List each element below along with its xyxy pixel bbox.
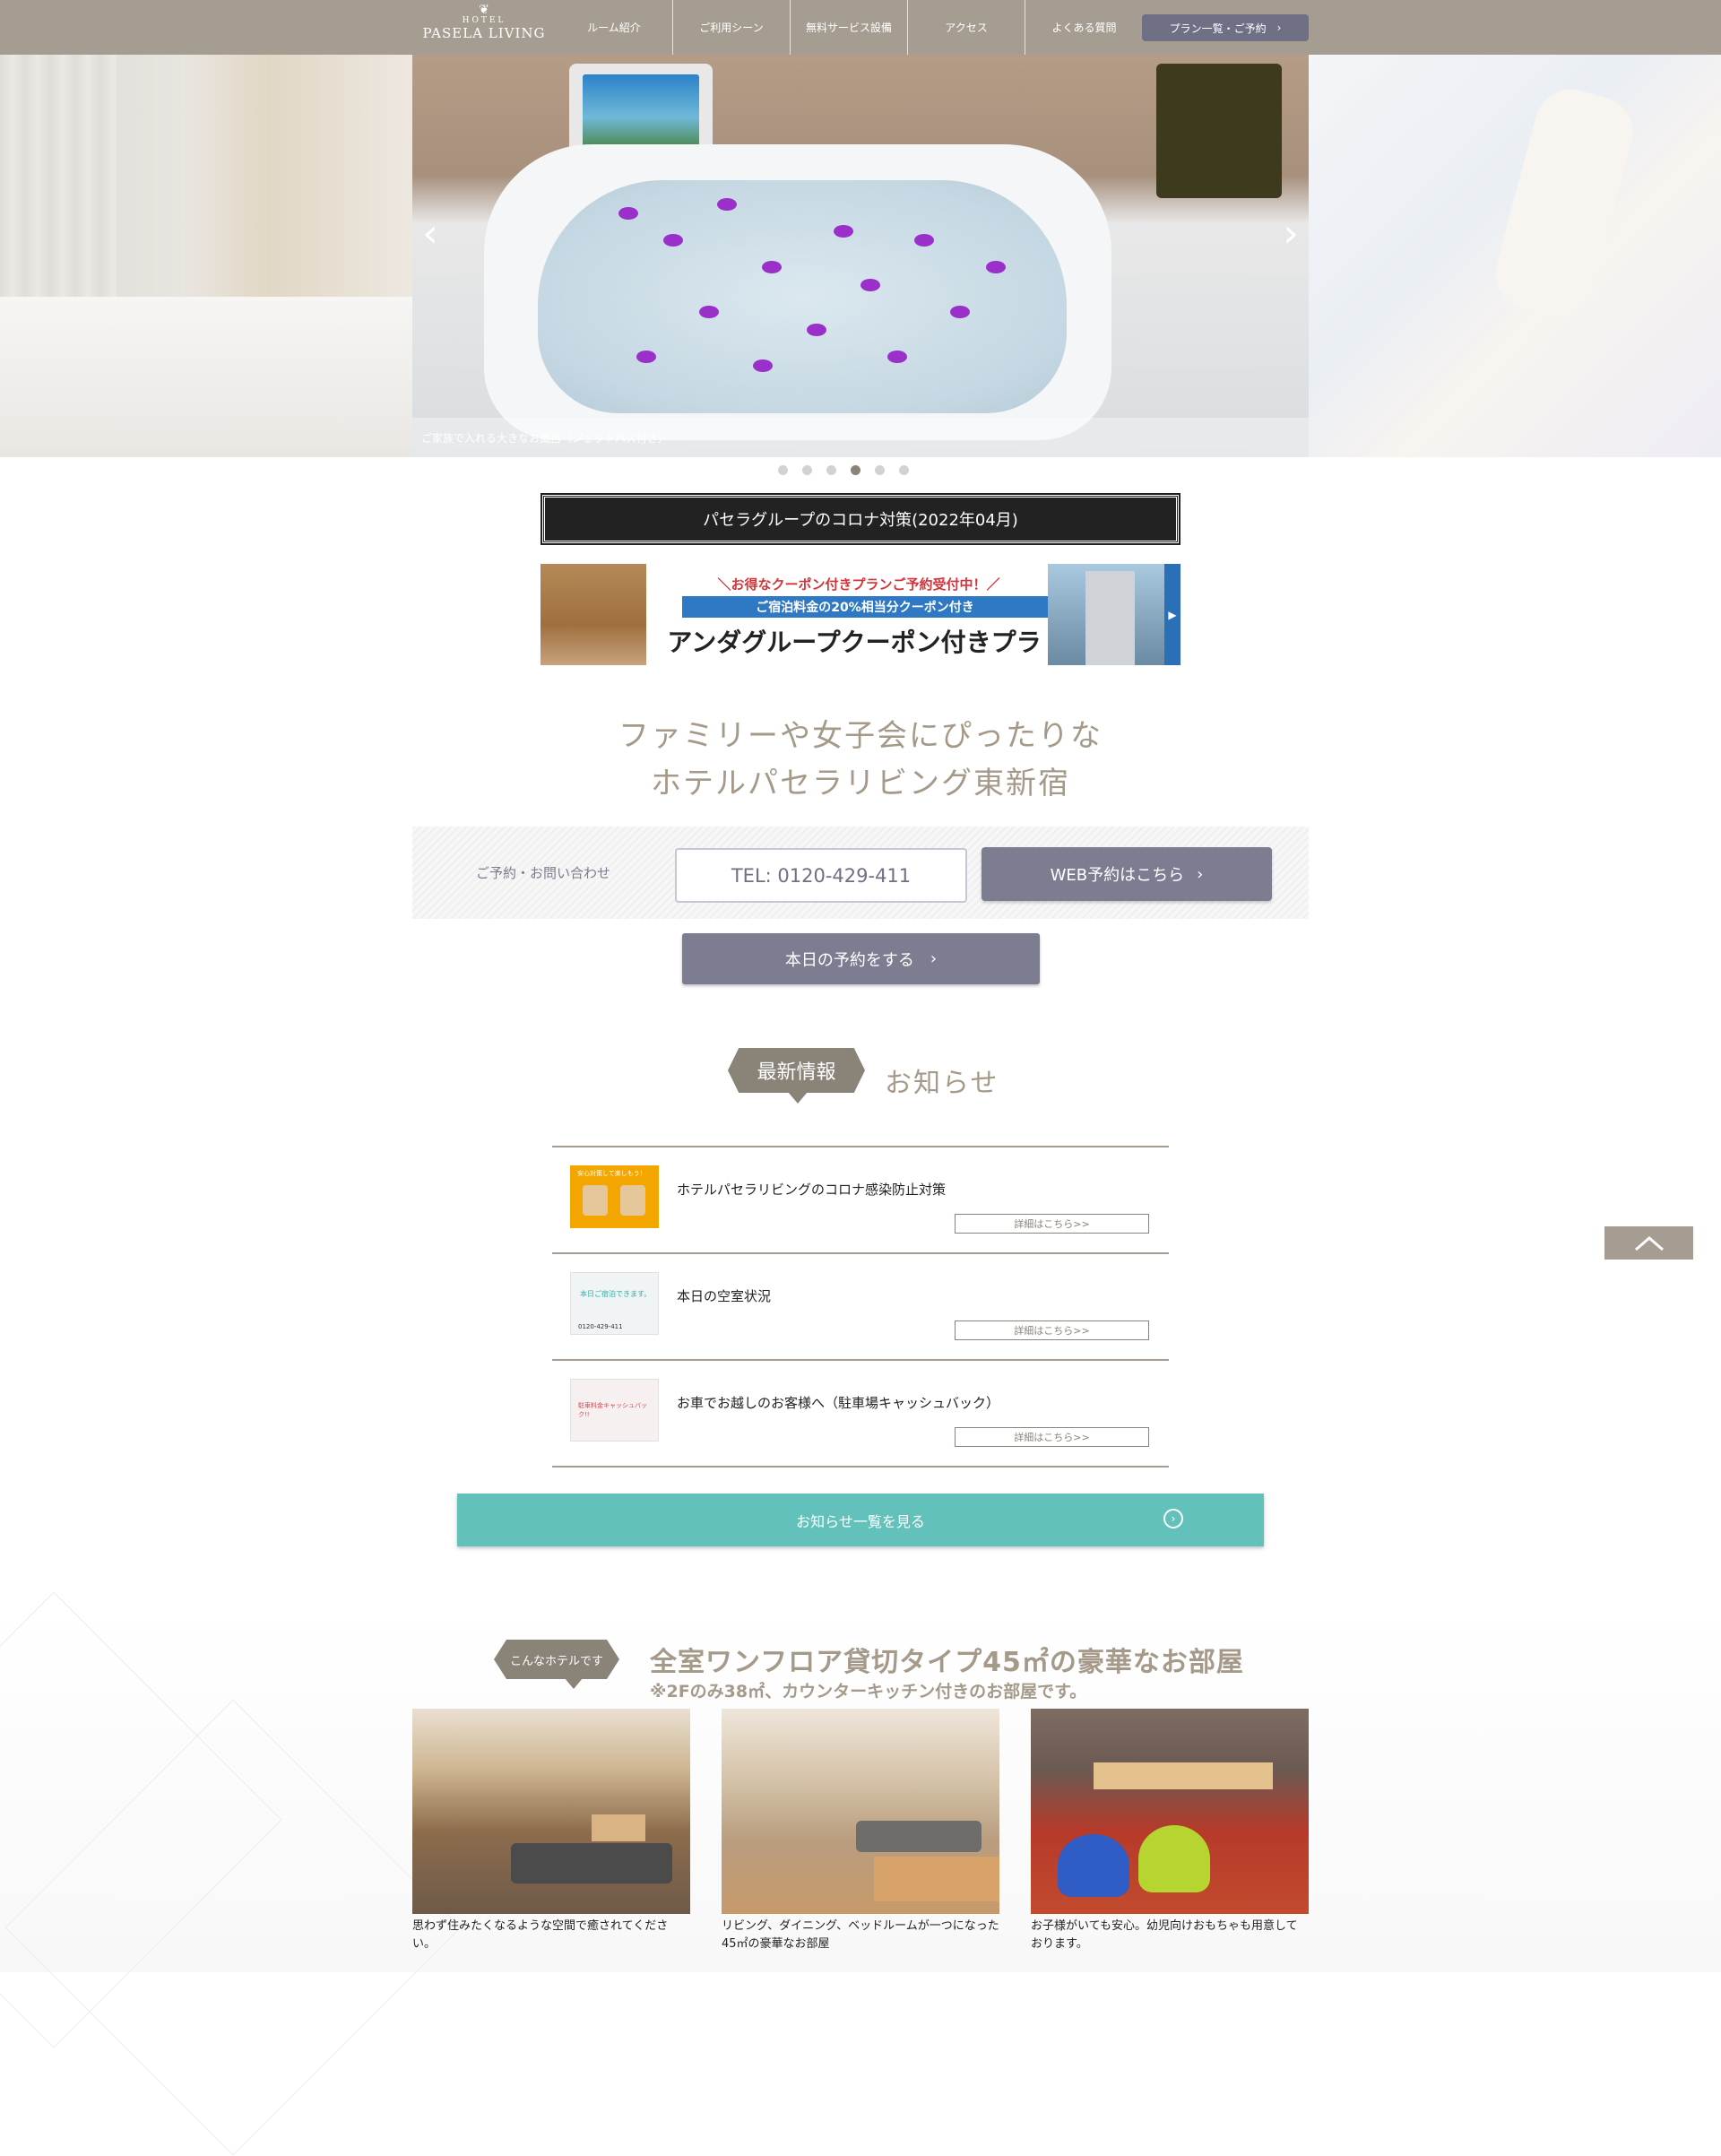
- headline-line2: ホテルパセラリビング東新宿: [651, 766, 1070, 801]
- nav-rooms[interactable]: ルーム紹介: [556, 0, 673, 55]
- all-news-label: お知らせ一覧を見る: [796, 1512, 925, 1530]
- nav-faq[interactable]: よくある質問: [1025, 0, 1143, 55]
- nav-scenes[interactable]: ご利用シーン: [673, 0, 791, 55]
- news-item: 本日ご宿泊できます。 0120-429-411 本日の空室状況 詳細はこちら>>: [552, 1252, 1169, 1359]
- headline-line1: ファミリーや女子会にぴったりな: [618, 718, 1103, 754]
- logo-leaf-icon: ❦: [479, 3, 489, 17]
- news-thumbnail[interactable]: 安心対策して楽しもう！: [570, 1165, 659, 1228]
- banner-line3: アンダグループクーポン付きプラン: [667, 628, 1042, 665]
- tel-button[interactable]: TEL: 0120-429-411: [675, 848, 967, 903]
- chevron-right-icon: ›: [1276, 22, 1282, 34]
- news-list: 安心対策して楽しもう！ ホテルパセラリビングのコロナ感染防止対策 詳細はこちら>…: [552, 1146, 1169, 1468]
- news-detail-button[interactable]: 詳細はこちら>>: [955, 1427, 1149, 1447]
- web-reserve-button[interactable]: WEB予約はこちら ›: [982, 847, 1272, 901]
- room-photo-dining: [722, 1709, 999, 1914]
- nav-access[interactable]: アクセス: [908, 0, 1025, 55]
- news-thumbnail[interactable]: 本日ご宿泊できます。 0120-429-411: [570, 1272, 659, 1335]
- news-thumbnail[interactable]: 駐車料金キャッシュバック!!: [570, 1379, 659, 1442]
- chevron-right-icon: ›: [930, 949, 938, 968]
- news-section-title: お知らせ: [885, 1068, 999, 1099]
- room-card: リビング、ダイニング、ベッドルームが一つになった45㎡の豪華なお部屋: [722, 1709, 999, 1953]
- room-caption: リビング、ダイニング、ベッドルームが一つになった45㎡の豪華なお部屋: [722, 1919, 999, 1951]
- about-section-tag: こんなホテルです: [494, 1640, 619, 1679]
- chevron-up-icon: [1634, 1235, 1664, 1251]
- web-reserve-label: WEB予約はこちら: [1050, 866, 1185, 885]
- coupon-plan-banner[interactable]: ▶ ＼お得なクーポン付きプランご予約受付中！／ ご宿泊料金の20%相当分クーポン…: [541, 564, 1180, 665]
- today-reserve-button[interactable]: 本日の予約をする ›: [682, 933, 1040, 984]
- nav-services[interactable]: 無料サービス設備: [791, 0, 908, 55]
- slider-dot[interactable]: [802, 465, 812, 475]
- news-title[interactable]: ホテルパセラリビングのコロナ感染防止対策: [677, 1180, 946, 1199]
- all-news-button[interactable]: お知らせ一覧を見る ›: [457, 1494, 1264, 1546]
- page-headline: ファミリーや女子会にぴったりな ホテルパセラリビング東新宿: [412, 713, 1309, 808]
- news-item: 安心対策して楽しもう！ ホテルパセラリビングのコロナ感染防止対策 詳細はこちら>…: [552, 1146, 1169, 1252]
- hotel-logo[interactable]: ❦ HOTEL PASELA LIVING: [421, 4, 547, 52]
- news-detail-button[interactable]: 詳細はこちら>>: [955, 1320, 1149, 1340]
- room-photo-kids: [1031, 1709, 1309, 1914]
- news-detail-button[interactable]: 詳細はこちら>>: [955, 1214, 1149, 1234]
- site-header: ❦ HOTEL PASELA LIVING ルーム紹介 ご利用シーン 無料サービ…: [0, 0, 1721, 55]
- contact-label: ご予約・お問い合わせ: [475, 865, 610, 881]
- today-reserve-label: 本日の予約をする: [784, 950, 914, 970]
- slider-dot[interactable]: [899, 465, 909, 475]
- news-title[interactable]: 本日の空室状況: [677, 1286, 771, 1305]
- slider-dot-active[interactable]: [851, 465, 860, 475]
- main-nav: ルーム紹介 ご利用シーン 無料サービス設備 アクセス よくある質問: [556, 0, 1143, 55]
- hero-image-bathtub: [412, 55, 1309, 457]
- play-triangle-icon: ▶: [1164, 564, 1180, 665]
- back-to-top-button[interactable]: [1604, 1226, 1693, 1260]
- shampoo-bottles: [1156, 64, 1282, 198]
- about-subtitle: ※2Fのみ38㎡、カウンターキッチン付きのお部屋です。: [650, 1682, 1087, 1701]
- slider-dot[interactable]: [778, 465, 788, 475]
- plan-reserve-button[interactable]: プラン一覧・ご予約 ›: [1142, 14, 1309, 41]
- news-item: 駐車料金キャッシュバック!! お車でお越しのお客様へ（駐車場キャッシュバック） …: [552, 1359, 1169, 1466]
- about-title: 全室ワンフロア貸切タイプ45㎡の豪華なお部屋: [650, 1647, 1244, 1678]
- plan-reserve-label: プラン一覧・ご予約: [1169, 22, 1267, 35]
- logo-hotel-text: HOTEL: [462, 16, 506, 25]
- room-photo-living: [412, 1709, 690, 1914]
- chevron-left-icon[interactable]: ‹: [417, 207, 444, 261]
- chevron-right-icon: ›: [1197, 864, 1204, 884]
- banner-room-image: [541, 564, 646, 665]
- slider-dots: [778, 465, 909, 475]
- room-card: 思わず住みたくなるような空間で癒されてください。: [412, 1709, 690, 1953]
- news-title[interactable]: お車でお越しのお客様へ（駐車場キャッシュバック）: [677, 1393, 999, 1412]
- room-card: お子様がいても安心。幼児向けおもちゃも用意しております。: [1031, 1709, 1309, 1953]
- news-section-tag: 最新情報: [728, 1048, 865, 1093]
- room-caption: 思わず住みたくなるような空間で癒されてください。: [412, 1919, 669, 1951]
- chevron-right-icon[interactable]: ›: [1277, 207, 1304, 261]
- banner-line1: ＼お得なクーポン付きプランご予約受付中！／: [717, 576, 1000, 593]
- slider-dot[interactable]: [875, 465, 885, 475]
- slide-caption: ご家族で入れる大きなお風呂（ジェットバス付き）: [412, 418, 1309, 457]
- banner-line2: ご宿泊料金の20%相当分クーポン付き: [682, 596, 1048, 618]
- circle-chevron-right-icon: ›: [1163, 1509, 1183, 1528]
- hero-slider: ご家族で入れる大きなお風呂（ジェットバス付き） ‹ ›: [0, 55, 1721, 457]
- slider-dot[interactable]: [826, 465, 836, 475]
- corona-measures-button[interactable]: パセラグループのコロナ対策(2022年04月): [541, 493, 1180, 545]
- logo-name-text: PASELA LIVING: [422, 25, 546, 41]
- room-caption: お子様がいても安心。幼児向けおもちゃも用意しております。: [1031, 1919, 1298, 1951]
- contact-bar: ご予約・お問い合わせ TEL: 0120-429-411 WEB予約はこちら ›: [412, 827, 1309, 919]
